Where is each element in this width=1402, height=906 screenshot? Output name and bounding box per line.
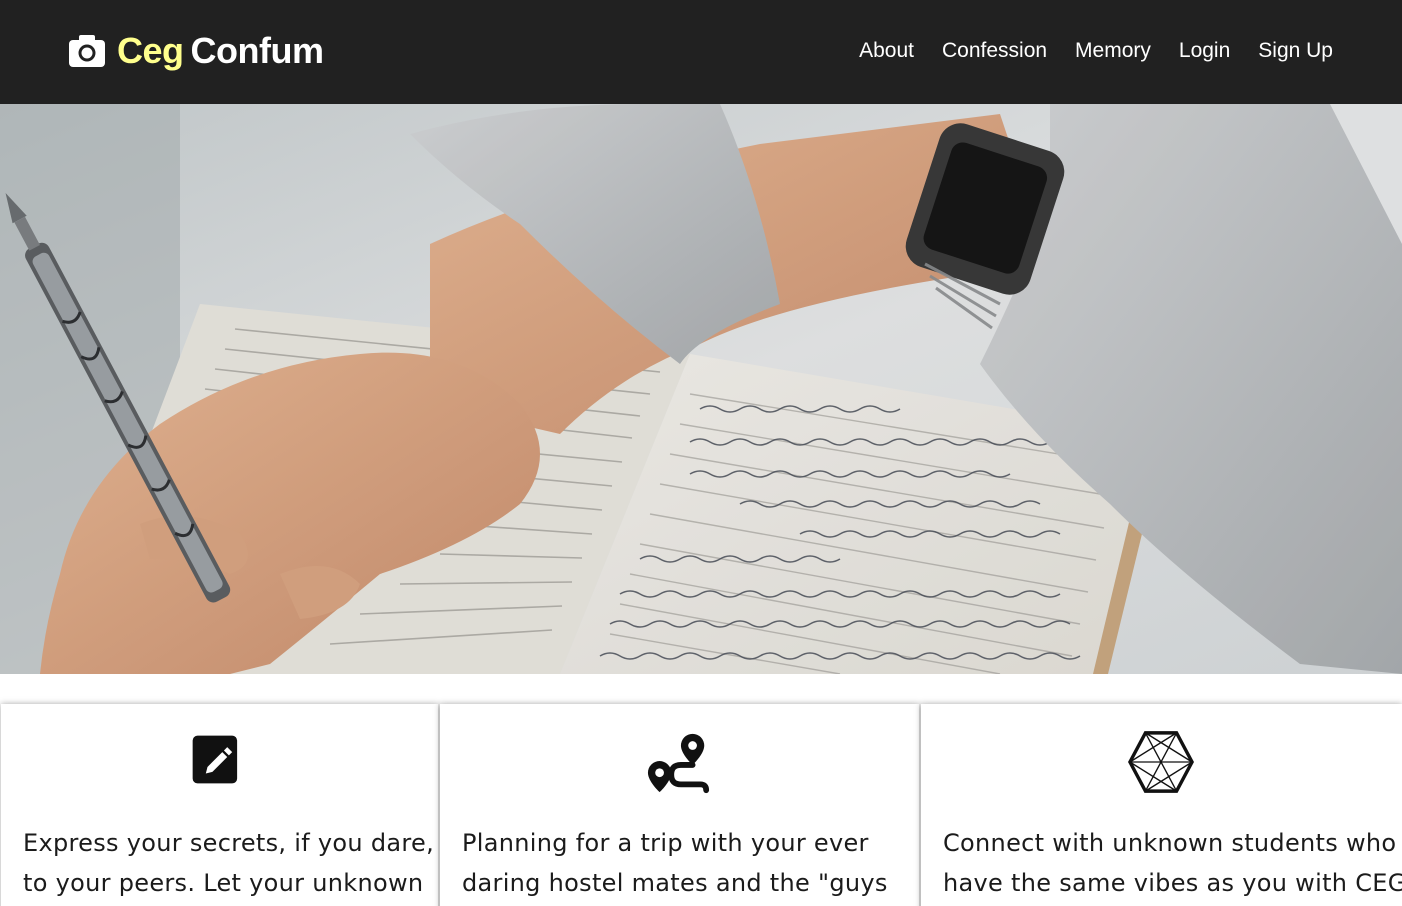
edit-pencil-icon: [192, 735, 238, 784]
feature-card-confession: Express your secrets, if you dare, to yo…: [1, 704, 438, 906]
feature-card-line: daring hostel mates and the "guys: [462, 869, 888, 897]
feature-card-memory: Planning for a trip with your ever darin…: [440, 704, 919, 906]
network-hexagon-icon: [1128, 731, 1194, 793]
feature-card-text: Planning for a trip with your ever darin…: [462, 823, 888, 903]
brand-name-ceg: Ceg: [117, 30, 184, 71]
route-icon: [647, 733, 710, 794]
nav-memory-link[interactable]: Memory: [1075, 37, 1151, 65]
nav-about-link[interactable]: About: [859, 37, 914, 65]
brand-logo-link[interactable]: Ceg Confum: [67, 28, 324, 74]
navbar: Ceg Confum About Confession Memory Login…: [0, 0, 1402, 104]
feature-card-line: Connect with unknown students who: [943, 829, 1397, 857]
feature-card-line: have the same vibes as you with CEG: [943, 869, 1402, 897]
feature-card-text: Connect with unknown students who have t…: [943, 823, 1402, 903]
nav-login-link[interactable]: Login: [1179, 37, 1230, 65]
nav-confession-link[interactable]: Confession: [942, 37, 1047, 65]
feature-card-line: Express your secrets, if you dare,: [23, 829, 435, 857]
feature-card-connect: Connect with unknown students who have t…: [921, 704, 1402, 906]
hero-image: [0, 104, 1402, 674]
feature-card-line: to your peers. Let your unknown: [23, 869, 424, 897]
feature-card-text: Express your secrets, if you dare, to yo…: [23, 823, 434, 903]
camera-icon: [69, 35, 105, 67]
nav-links: About Confession Memory Login Sign Up: [831, 37, 1333, 65]
feature-cards: Express your secrets, if you dare, to yo…: [0, 704, 1402, 906]
feature-card-line: Planning for a trip with your ever: [462, 829, 869, 857]
nav-signup-link[interactable]: Sign Up: [1258, 37, 1333, 65]
hero-illustration: [0, 104, 1402, 674]
brand-name-confum: Confum: [190, 30, 324, 71]
